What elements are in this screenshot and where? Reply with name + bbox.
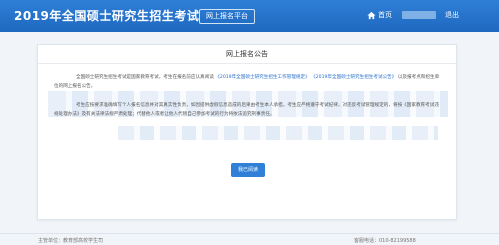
home-icon [367,11,376,19]
notice-paragraph-1: 全国硕士研究生招生考试是国家教育考试，考生在报名前应认真阅读 《2019年全国硕… [54,73,442,91]
notice-panel: 网上报名公告 全国硕士研究生招生考试是国家教育考试，考生在报名前应认真阅读 《2… [37,44,457,220]
notice-title: 网上报名公告 [38,45,456,64]
footer-hotline: 客服电话：010-82199588 [354,238,416,244]
logout-link[interactable]: 退出 [445,10,459,20]
page-footer: 主管单位：教育部高校学生司 客服电话：010-82199588 [0,233,499,245]
user-name-redacted [402,11,436,19]
footer-organization: 主管单位：教育部高校学生司 [38,238,104,244]
top-navigation-bar: 2019年全国硕士研究生招生考试 网上报名平台 首页 退出 [0,0,499,32]
notice-paragraph-1-text-a: 全国硕士研究生招生考试是国家教育考试，考生在报名前应认真阅读 [76,75,214,80]
notice-paragraph-2: 考生应按要求准确填写个人报名信息并对其真实性负责，如因提供虚假信息造成的后果由考… [54,103,439,117]
blurred-text-overlay-2 [118,126,438,140]
announcement-link[interactable]: 《2019年全国硕士研究生招生考试公告》 [311,75,396,80]
platform-badge: 网上报名平台 [199,9,255,24]
home-link-label: 首页 [378,11,392,19]
site-brand-title: 2019年全国硕士研究生招生考试 [14,9,200,23]
agree-button[interactable]: 我已阅读 [231,163,265,177]
home-link[interactable]: 首页 [367,10,392,20]
regulation-link[interactable]: 《2019年全国硕士研究生招生工作管理规定》 [215,75,309,80]
